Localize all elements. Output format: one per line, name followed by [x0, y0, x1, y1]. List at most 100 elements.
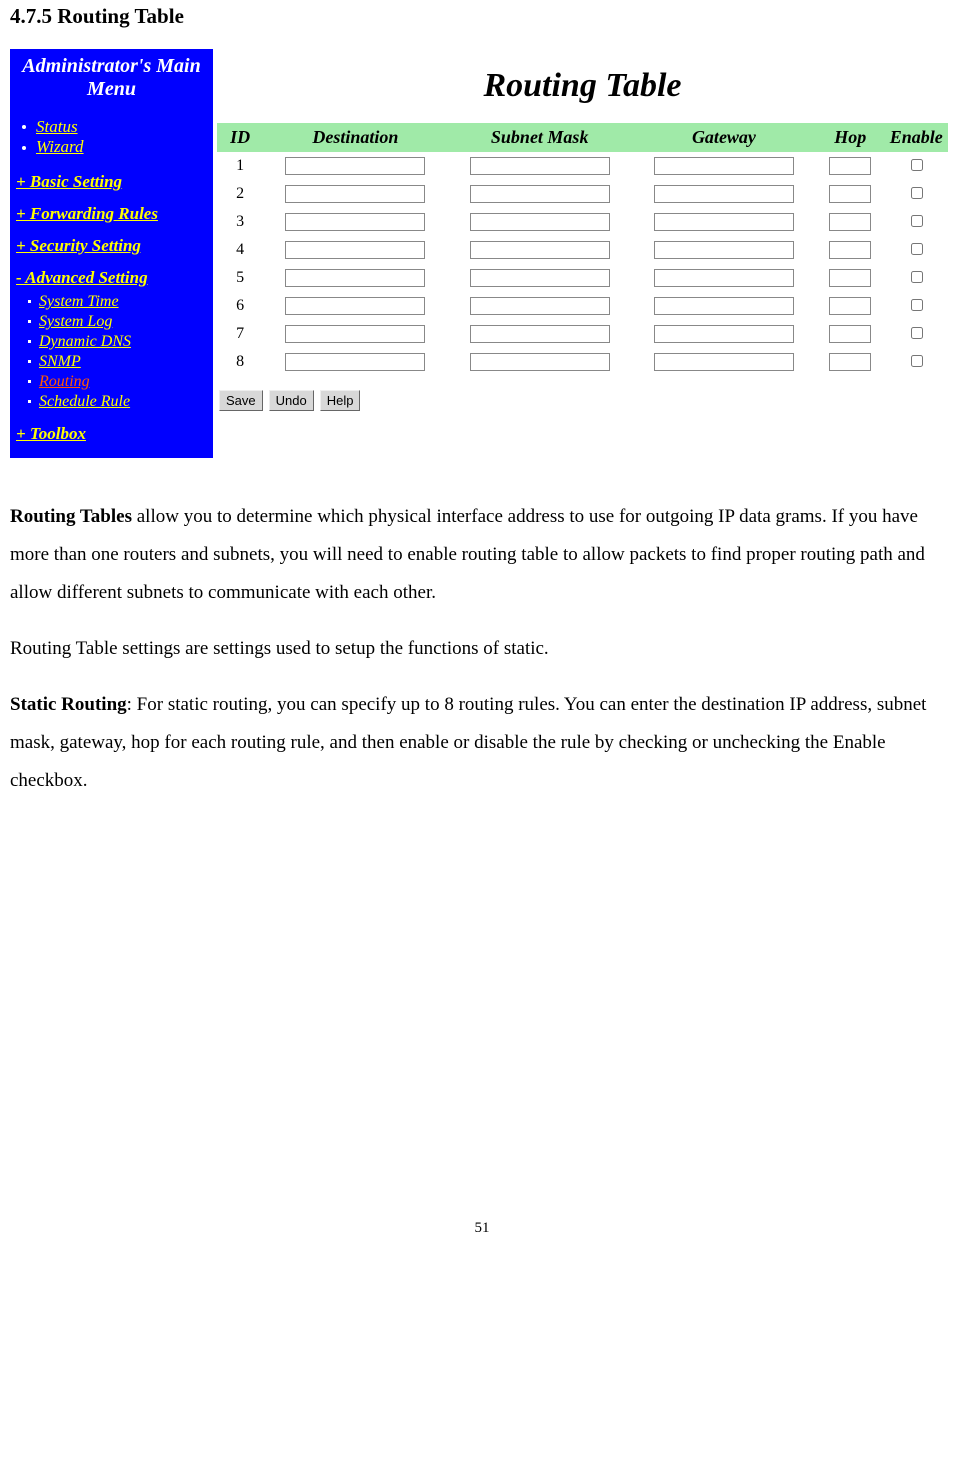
cell-hop — [816, 208, 884, 236]
cell-id: 4 — [217, 236, 263, 264]
enable-checkbox[interactable] — [911, 355, 923, 367]
cell-hop — [816, 152, 884, 180]
cell-gateway — [632, 236, 816, 264]
gateway-input[interactable] — [654, 325, 794, 343]
gateway-input[interactable] — [654, 269, 794, 287]
table-row: 8 — [217, 348, 948, 376]
cell-gateway — [632, 208, 816, 236]
router-admin-screenshot: Administrator's Main Menu Status Wizard … — [10, 49, 954, 458]
enable-checkbox[interactable] — [911, 271, 923, 283]
destination-input[interactable] — [285, 213, 425, 231]
enable-checkbox[interactable] — [911, 243, 923, 255]
bullet-icon — [28, 400, 31, 403]
gateway-input[interactable] — [654, 297, 794, 315]
sidebar-sub-schedule-rule[interactable]: Schedule Rule — [28, 392, 209, 412]
subnet_mask-input[interactable] — [470, 297, 610, 315]
sidebar-section-advanced-setting[interactable]: - Advanced Setting — [16, 268, 209, 288]
cell-hop — [816, 320, 884, 348]
undo-button[interactable]: Undo — [269, 390, 314, 411]
sidebar-item-wizard[interactable]: Wizard — [20, 137, 209, 157]
hop-input[interactable] — [829, 185, 871, 203]
cell-gateway — [632, 264, 816, 292]
help-button[interactable]: Help — [320, 390, 361, 411]
sidebar-section-toolbox[interactable]: + Toolbox — [16, 424, 209, 444]
sidebar-sub-system-time[interactable]: System Time — [28, 292, 209, 312]
hop-input[interactable] — [829, 325, 871, 343]
gateway-input[interactable] — [654, 157, 794, 175]
subnet_mask-input[interactable] — [470, 325, 610, 343]
subnet_mask-input[interactable] — [470, 157, 610, 175]
th-destination: Destination — [263, 123, 447, 152]
destination-input[interactable] — [285, 241, 425, 259]
enable-checkbox[interactable] — [911, 159, 923, 171]
sidebar-sub-routing[interactable]: Routing — [28, 372, 209, 392]
hop-input[interactable] — [829, 213, 871, 231]
sidebar-sub-dynamic-dns[interactable]: Dynamic DNS — [28, 332, 209, 352]
section-heading: 4.7.5 Routing Table — [10, 4, 954, 29]
sidebar-section-forwarding-rules[interactable]: + Forwarding Rules — [16, 204, 209, 224]
cell-enable — [885, 264, 948, 292]
destination-input[interactable] — [285, 185, 425, 203]
sub-link-label: System Log — [39, 312, 112, 332]
sidebar-item-status[interactable]: Status — [20, 117, 209, 137]
cell-gateway — [632, 292, 816, 320]
cell-gateway — [632, 320, 816, 348]
admin-sidebar: Administrator's Main Menu Status Wizard … — [10, 49, 213, 458]
cell-subnet_mask — [448, 292, 632, 320]
table-row: 3 — [217, 208, 948, 236]
cell-subnet_mask — [448, 208, 632, 236]
table-row: 2 — [217, 180, 948, 208]
gateway-input[interactable] — [654, 241, 794, 259]
enable-checkbox[interactable] — [911, 299, 923, 311]
sub-link-label: Dynamic DNS — [39, 332, 131, 352]
cell-enable — [885, 152, 948, 180]
cell-enable — [885, 320, 948, 348]
destination-input[interactable] — [285, 157, 425, 175]
subnet_mask-input[interactable] — [470, 353, 610, 371]
subnet_mask-input[interactable] — [470, 185, 610, 203]
enable-checkbox[interactable] — [911, 187, 923, 199]
sidebar-sub-system-log[interactable]: System Log — [28, 312, 209, 332]
cell-destination — [263, 320, 447, 348]
content-title: Routing Table — [217, 67, 948, 105]
enable-checkbox[interactable] — [911, 215, 923, 227]
sub-link-label: System Time — [39, 292, 119, 312]
th-hop: Hop — [816, 123, 884, 152]
gateway-input[interactable] — [654, 185, 794, 203]
paragraph-text: allow you to determine which physical in… — [10, 506, 925, 603]
subnet_mask-input[interactable] — [470, 269, 610, 287]
hop-input[interactable] — [829, 269, 871, 287]
subnet_mask-input[interactable] — [470, 213, 610, 231]
sidebar-section-basic-setting[interactable]: + Basic Setting — [16, 172, 209, 192]
th-id: ID — [217, 123, 263, 152]
hop-input[interactable] — [829, 241, 871, 259]
sidebar-sub-snmp[interactable]: SNMP — [28, 352, 209, 372]
hop-input[interactable] — [829, 353, 871, 371]
bullet-icon — [28, 360, 31, 363]
gateway-input[interactable] — [654, 353, 794, 371]
cell-id: 2 — [217, 180, 263, 208]
hop-input[interactable] — [829, 157, 871, 175]
bold-text: Static Routing — [10, 694, 127, 715]
hop-input[interactable] — [829, 297, 871, 315]
save-button[interactable]: Save — [219, 390, 263, 411]
destination-input[interactable] — [285, 353, 425, 371]
enable-checkbox[interactable] — [911, 327, 923, 339]
destination-input[interactable] — [285, 269, 425, 287]
sub-link-label: SNMP — [39, 352, 81, 372]
sidebar-title-line1: Administrator's Main — [22, 55, 200, 77]
cell-id: 1 — [217, 152, 263, 180]
cell-destination — [263, 292, 447, 320]
cell-subnet_mask — [448, 264, 632, 292]
destination-input[interactable] — [285, 325, 425, 343]
destination-input[interactable] — [285, 297, 425, 315]
sidebar-section-security-setting[interactable]: + Security Setting — [16, 236, 209, 256]
gateway-input[interactable] — [654, 213, 794, 231]
cell-subnet_mask — [448, 236, 632, 264]
cell-gateway — [632, 180, 816, 208]
table-row: 5 — [217, 264, 948, 292]
subnet_mask-input[interactable] — [470, 241, 610, 259]
cell-enable — [885, 348, 948, 376]
cell-destination — [263, 264, 447, 292]
cell-hop — [816, 348, 884, 376]
